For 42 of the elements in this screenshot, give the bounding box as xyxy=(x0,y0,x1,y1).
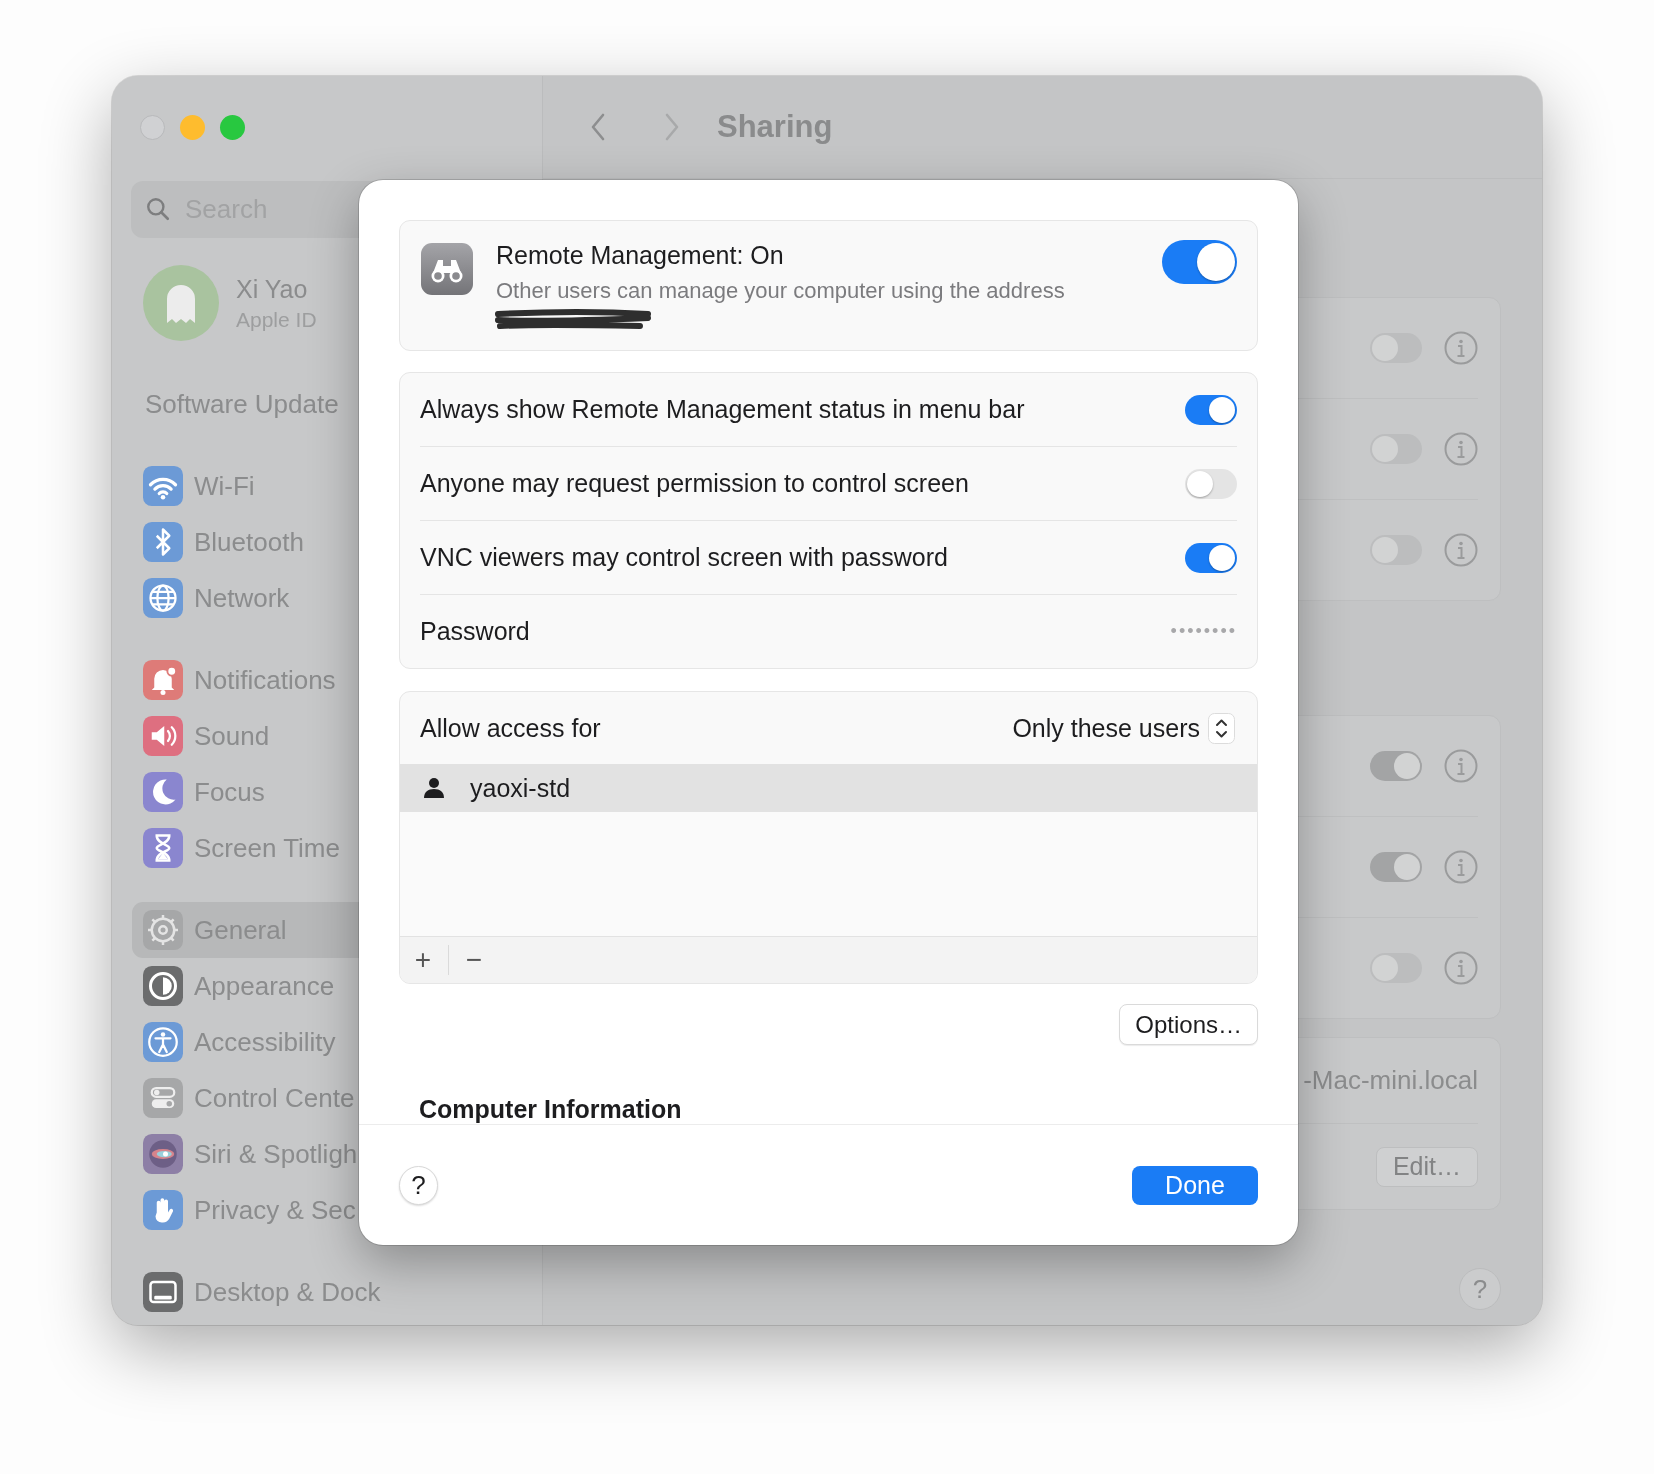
done-button[interactable]: Done xyxy=(1132,1165,1258,1205)
software-update-link[interactable]: Software Update xyxy=(145,389,339,420)
popup-button[interactable]: Only these users xyxy=(1012,712,1235,744)
setting-label: Always show Remote Management status in menu bar xyxy=(420,395,1025,424)
toggle-switch[interactable] xyxy=(1370,852,1422,882)
zoom-icon[interactable] xyxy=(220,115,245,140)
password-field[interactable]: •••••••• xyxy=(1170,621,1237,642)
help-button[interactable]: ? xyxy=(399,1165,438,1205)
sidebar-item[interactable]: Desktop & Dock xyxy=(132,1264,542,1320)
sidebar-item[interactable]: Notifications xyxy=(132,652,542,708)
service-description: Other users can manage your computer using the address xyxy=(496,278,1066,304)
sidebar-item[interactable]: Screen Time xyxy=(132,820,542,876)
updown-chevron-icon xyxy=(1208,712,1235,744)
window-title: Sharing xyxy=(717,109,833,145)
info-icon[interactable] xyxy=(1444,749,1478,783)
user-row[interactable]: yaoxi-std xyxy=(400,764,1257,812)
setting-label: Password xyxy=(420,617,530,646)
setting-label: VNC viewers may control screen with password xyxy=(420,543,948,572)
minimize-icon[interactable] xyxy=(180,115,205,140)
edit-button[interactable]: Edit… xyxy=(1375,1146,1478,1187)
setting-label: Allow access for xyxy=(420,713,601,743)
setting-label: Anyone may request permission to control screen xyxy=(420,469,969,498)
toggle-switch[interactable] xyxy=(1370,751,1422,781)
info-icon[interactable] xyxy=(1444,432,1478,466)
info-icon[interactable] xyxy=(1444,533,1478,567)
hostname-text: -Mac-mini.local xyxy=(1303,1065,1478,1096)
info-icon[interactable] xyxy=(1444,331,1478,365)
binoculars-icon xyxy=(421,243,473,295)
section-heading: Computer Information xyxy=(419,1095,682,1124)
help-button[interactable]: ? xyxy=(1459,1268,1501,1310)
person-icon xyxy=(422,776,446,800)
options-button[interactable]: Options… xyxy=(1119,1004,1258,1045)
sidebar-item[interactable]: Accessibility xyxy=(132,1014,542,1070)
toggle-switch[interactable] xyxy=(1162,240,1237,284)
avatar[interactable] xyxy=(143,265,219,341)
toggle-switch[interactable] xyxy=(1185,542,1237,573)
toggle-switch[interactable] xyxy=(1185,394,1237,425)
profile-name[interactable]: Xi Yao xyxy=(236,274,317,304)
toggle-switch[interactable] xyxy=(1185,468,1237,499)
info-icon[interactable] xyxy=(1444,951,1478,985)
service-title: Remote Management: On xyxy=(496,241,785,270)
info-icon[interactable] xyxy=(1444,850,1478,884)
